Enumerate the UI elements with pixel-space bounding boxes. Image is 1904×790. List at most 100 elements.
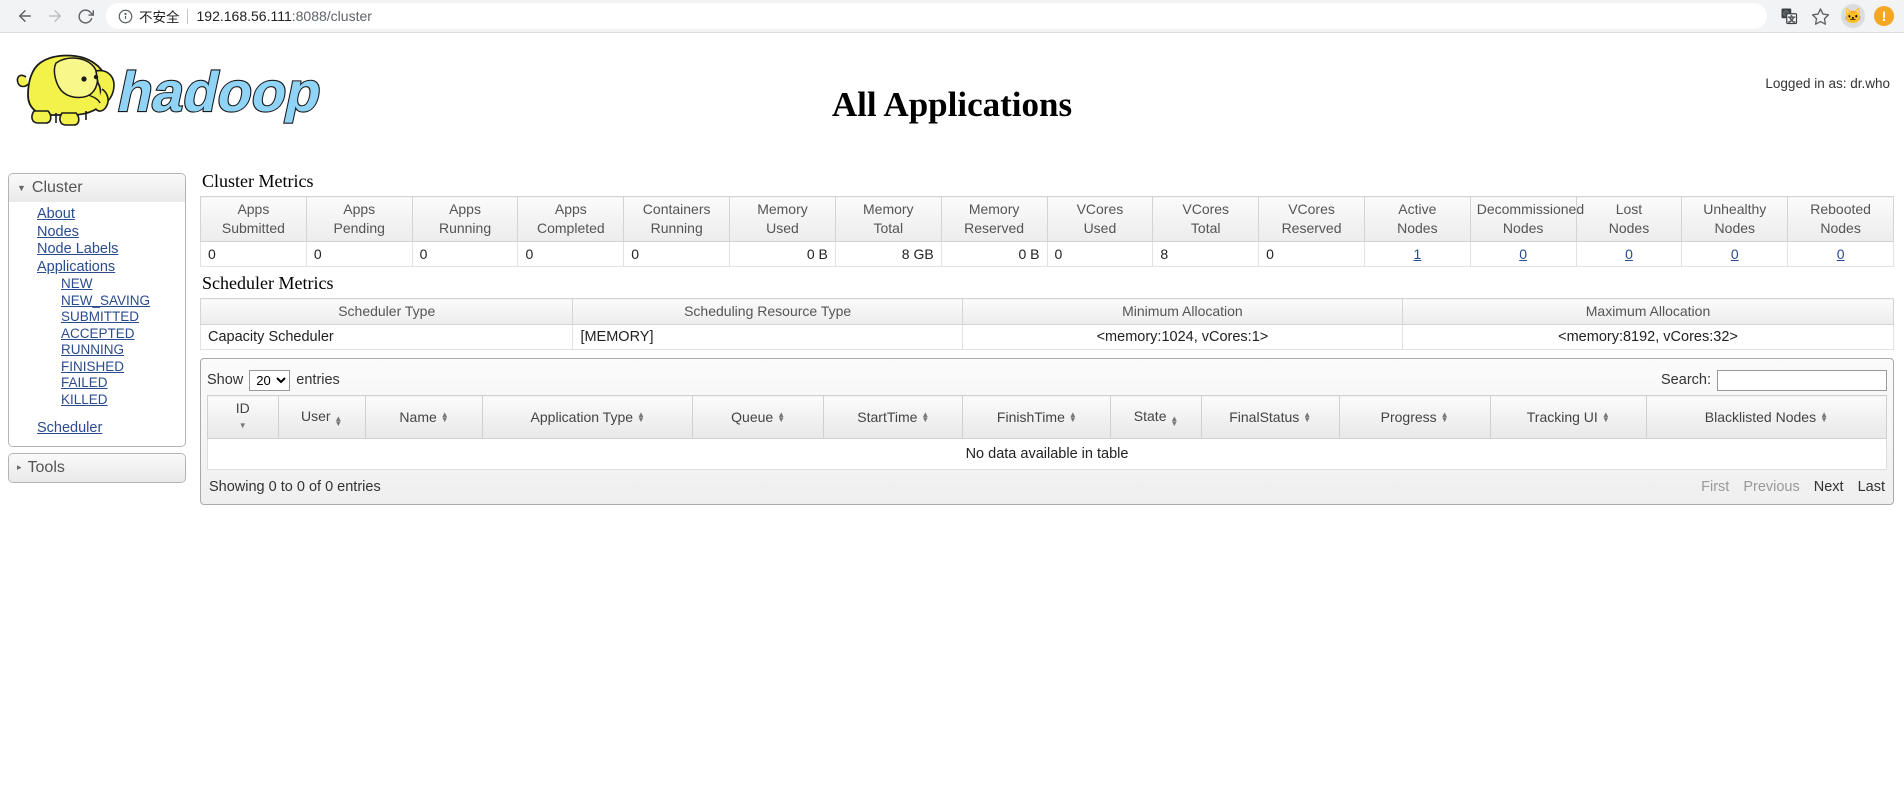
col-vcores-total: VCores Total <box>1152 196 1260 242</box>
info-circle-icon[interactable] <box>118 9 133 24</box>
col-active-nodes: Active Nodes <box>1363 196 1471 242</box>
th-label: State <box>1133 408 1167 424</box>
decommissioned-nodes-link[interactable]: 0 <box>1519 246 1527 262</box>
pagination-last[interactable]: Last <box>1858 479 1885 495</box>
hdr-line2: Reserved <box>1281 220 1342 236</box>
search-label: Search: <box>1661 372 1711 388</box>
hdr-line2: Total <box>1190 220 1221 236</box>
val-vcores-used: 0 <box>1046 241 1154 267</box>
hdr-line2: Nodes <box>1608 220 1650 236</box>
th-starttime[interactable]: StartTime ▲ ▼ <box>823 395 964 439</box>
th-finishtime[interactable]: FinishTime ▲ ▼ <box>962 395 1112 439</box>
sidebar-item-applications[interactable]: Applications <box>37 259 185 277</box>
main-content: Cluster Metrics Apps Submitted Apps Pendin… <box>199 165 1894 505</box>
url-text: 192.168.56.111:8088/cluster <box>197 8 372 24</box>
sidebar-item-state-accepted[interactable]: ACCEPTED <box>61 326 185 343</box>
sidebar-item-state-failed[interactable]: FAILED <box>61 375 185 392</box>
sidebar-item-nodes[interactable]: Nodes <box>37 224 185 242</box>
lost-nodes-link[interactable]: 0 <box>1625 246 1633 262</box>
pagination-next[interactable]: Next <box>1814 479 1844 495</box>
cluster-metrics-table: Apps Submitted Apps Pending Apps Running Ap… <box>200 196 1894 267</box>
val-apps-submitted: 0 <box>200 241 307 267</box>
th-application-type[interactable]: Application Type ▲ ▼ <box>482 395 694 439</box>
browser-actions: G 文 🐱 ! <box>1775 2 1894 30</box>
hdr-line1: VCores <box>1288 201 1335 217</box>
sidebar-item-state-submitted[interactable]: SUBMITTED <box>61 309 185 326</box>
sidebar-item-state-finished[interactable]: FINISHED <box>61 359 185 376</box>
col-maximum-allocation: Maximum Allocation <box>1402 298 1894 325</box>
val-apps-running: 0 <box>411 241 519 267</box>
sidebar-item-state-new-saving[interactable]: NEW_SAVING <box>61 293 185 310</box>
hdr-line2: Reserved <box>964 220 1025 236</box>
omnibox-divider <box>186 8 188 24</box>
col-vcores-used: VCores Used <box>1046 196 1154 242</box>
forward-icon[interactable] <box>40 1 70 31</box>
sidebar-cluster-label: Cluster <box>31 179 83 196</box>
th-name[interactable]: Name ▲ ▼ <box>364 395 484 439</box>
pagination-previous[interactable]: Previous <box>1743 479 1799 495</box>
sort-both-icon: ▲ ▼ <box>1820 410 1828 424</box>
th-progress[interactable]: Progress ▲ ▼ <box>1338 395 1491 439</box>
col-apps-submitted: Apps Submitted <box>200 196 307 242</box>
star-icon[interactable] <box>1806 2 1834 30</box>
sort-both-icon: ▲ ▼ <box>1601 410 1610 424</box>
sidebar-item-state-killed[interactable]: KILLED <box>61 392 185 409</box>
th-blacklisted-nodes[interactable]: Blacklisted Nodes ▲ ▼ <box>1645 395 1888 439</box>
applications-header-row: ID ▼ User ▲ ▼ Name ▲ ▼ Application Type ▲ ▼ <box>207 395 1888 439</box>
sidebar-item-about[interactable]: About <box>37 206 185 224</box>
th-label: Blacklisted Nodes <box>1704 408 1817 425</box>
active-nodes-link[interactable]: 1 <box>1413 246 1421 262</box>
sidebar-cluster-header[interactable]: ▼ Cluster <box>9 174 185 202</box>
rebooted-nodes-link[interactable]: 0 <box>1837 246 1845 262</box>
translate-icon[interactable]: G 文 <box>1775 2 1803 30</box>
avatar[interactable]: 🐱 <box>1841 4 1865 28</box>
back-icon[interactable] <box>10 1 40 31</box>
sidebar-item-scheduler[interactable]: Scheduler <box>37 420 185 438</box>
sidebar-item-state-new[interactable]: NEW <box>61 276 185 293</box>
th-finalstatus[interactable]: FinalStatus ▲ ▼ <box>1200 395 1340 439</box>
val-apps-completed: 0 <box>517 241 625 267</box>
th-state[interactable]: State ▲ ▼ <box>1110 395 1202 439</box>
hdr-line2: Nodes <box>1397 220 1438 236</box>
sort-both-icon: ▲ ▼ <box>1303 410 1312 424</box>
scheduler-metrics-header-row: Scheduler Type Scheduling Resource Type … <box>199 298 1894 325</box>
hdr-line2: Total <box>873 220 904 236</box>
th-user[interactable]: User ▲ ▼ <box>277 395 366 439</box>
unhealthy-nodes-link[interactable]: 0 <box>1731 246 1739 262</box>
pagination-first[interactable]: First <box>1701 479 1729 495</box>
th-tracking-ui[interactable]: Tracking UI ▲ ▼ <box>1489 395 1647 439</box>
hdr-line2: Used <box>1083 220 1117 236</box>
val-lost-nodes: 0 <box>1575 241 1683 267</box>
th-label: Name <box>399 408 437 425</box>
hdr-line2: Running <box>650 220 703 236</box>
applications-table: ID ▼ User ▲ ▼ Name ▲ ▼ Application Type ▲ ▼ <box>207 395 1888 470</box>
sidebar: ▼ Cluster About Nodes Node Labels Applic… <box>8 173 186 489</box>
omnibox[interactable]: 不安全 192.168.56.111:8088/cluster <box>106 3 1767 29</box>
col-lost-nodes: Lost Nodes <box>1575 196 1683 242</box>
hdr-line2: Running <box>438 220 492 236</box>
sort-both-icon: ▲ ▼ <box>637 410 645 424</box>
show-label: Show <box>207 372 244 388</box>
hdr-line1: VCores <box>1076 201 1124 217</box>
page-length-select[interactable]: 20 <box>249 369 291 391</box>
sidebar-tools-header[interactable]: ▸ Tools <box>9 453 185 482</box>
hdr-line2: Submitted <box>221 220 285 236</box>
hdr-line1: Rebooted <box>1810 201 1871 217</box>
cluster-metrics-header-row: Apps Submitted Apps Pending Apps Running Ap… <box>200 196 1894 242</box>
hdr-line1: Unhealthy <box>1703 201 1767 217</box>
hdr-line2: Nodes <box>1502 220 1544 236</box>
sort-both-icon: ▲ ▼ <box>1170 414 1179 428</box>
update-warning-badge[interactable]: ! <box>1874 6 1894 26</box>
th-id[interactable]: ID ▼ <box>207 395 279 439</box>
sidebar-item-state-running[interactable]: RUNNING <box>61 342 185 359</box>
th-queue[interactable]: Queue ▲ ▼ <box>692 395 825 439</box>
reload-icon[interactable] <box>70 1 100 31</box>
col-apps-pending: Apps Pending <box>305 196 413 242</box>
search-input[interactable] <box>1717 369 1887 391</box>
sidebar-item-node-labels[interactable]: Node Labels <box>37 241 185 259</box>
val-rebooted-nodes: 0 <box>1787 241 1894 267</box>
page-length-control: Show 20 entries <box>207 369 340 391</box>
cluster-metrics-value-row: 0 0 0 0 0 0 B 8 GB 0 B 0 8 0 1 0 0 0 0 <box>200 241 1894 267</box>
val-vcores-reserved: 0 <box>1258 241 1365 267</box>
col-rebooted-nodes: Rebooted Nodes <box>1787 196 1894 242</box>
